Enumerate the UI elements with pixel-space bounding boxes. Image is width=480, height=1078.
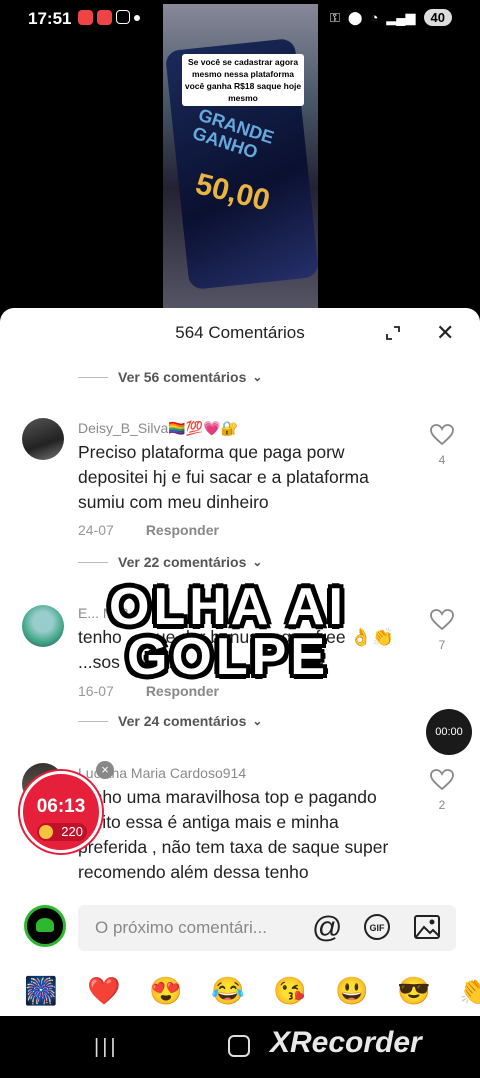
view-replies-link[interactable]: Ver 56 comentários ⌄ (78, 369, 262, 385)
coin-reward-widget[interactable]: 06:13 220 (20, 771, 102, 853)
overlay-sticker-text: OLHA AI GOLPE (68, 578, 388, 686)
chevron-down-icon: ⌄ (252, 370, 263, 384)
like-button[interactable]: 2 (428, 769, 456, 812)
divider (78, 376, 108, 378)
mention-icon[interactable]: @ (312, 913, 342, 943)
like-count: 2 (438, 798, 446, 812)
coin-icon (39, 825, 53, 839)
screenshot-icon (116, 10, 130, 24)
chevron-down-icon: ⌄ (252, 714, 263, 728)
comment-input[interactable]: O próximo comentári... @ GIF (78, 905, 456, 951)
location-icon: ⬤ (347, 9, 363, 25)
heart-outline-icon (430, 609, 454, 631)
heart-outline-icon (430, 424, 454, 446)
view-replies-link[interactable]: Ver 22 comentários ⌄ (78, 554, 262, 570)
coin-points-value: 220 (61, 824, 83, 839)
divider (78, 720, 108, 722)
emoji-button[interactable]: 😂 (211, 975, 245, 1007)
comment-input-placeholder: O próximo comentári... (95, 918, 267, 937)
avatar[interactable] (24, 905, 66, 947)
like-button[interactable]: 4 (428, 424, 456, 467)
comment-text: tenho uma maravilhosa top e pagando muit… (78, 787, 389, 882)
avatar[interactable] (22, 418, 64, 460)
app-notification-icon (78, 10, 93, 25)
system-icons: ⚿ ⬤ ◔ ▂▄▆ 40 (330, 9, 452, 26)
expand-icon[interactable] (386, 326, 400, 340)
avatar[interactable] (22, 605, 64, 647)
svg-text:GIF: GIF (370, 923, 386, 933)
recording-timer-button[interactable]: 00:00 (426, 709, 472, 755)
view-replies-label: Ver 22 comentários (118, 554, 247, 570)
system-nav-bar: ||| XRecorder (0, 1016, 480, 1078)
close-icon[interactable]: ✕ (436, 322, 454, 344)
comment-meta: 24-07 Responder (78, 522, 219, 538)
chevron-down-icon: ⌄ (252, 555, 263, 569)
overlay-line-2: GOLPE (126, 628, 330, 686)
coin-points: 220 (37, 823, 87, 841)
reply-button[interactable]: Responder (146, 522, 219, 538)
view-replies-label: Ver 56 comentários (118, 369, 247, 385)
like-count: 4 (438, 453, 446, 467)
video-player[interactable]: Se você se cadastrar agora mesmo nessa p… (163, 4, 318, 310)
overlay-line-1: OLHA AI (109, 578, 347, 636)
notification-icons (78, 10, 140, 25)
signal-icon: ▂▄▆ (386, 9, 416, 25)
comment-input-bar: O próximo comentári... @ GIF (0, 893, 480, 963)
view-replies-link[interactable]: Ver 24 comentários ⌄ (78, 713, 262, 729)
key-icon: ⚿ (329, 9, 340, 25)
image-icon[interactable] (412, 913, 442, 943)
home-button[interactable] (228, 1035, 250, 1057)
comment-author[interactable]: Deisy_B_Silva🏳️‍🌈💯💗🔐 (78, 420, 238, 437)
emoji-button[interactable]: 😘 (273, 975, 307, 1007)
dot-icon (134, 15, 140, 21)
emoji-button[interactable]: ❤️ (87, 975, 121, 1007)
like-count: 7 (438, 638, 446, 652)
quick-emoji-bar: 🎆 ❤️ 😍 😂 😘 😃 😎 👏 (0, 963, 480, 1015)
comment-text: Preciso plataforma que paga porw deposit… (78, 442, 369, 512)
heart-outline-icon (430, 769, 454, 791)
comment-date: 24-07 (78, 522, 114, 538)
emoji-button[interactable]: 🎆 (24, 975, 58, 1007)
emoji-button[interactable]: 👏 (459, 975, 480, 1007)
watermark: XRecorder (270, 1026, 422, 1059)
clock: 17:51 (28, 9, 72, 28)
emoji-button[interactable]: 😃 (335, 975, 369, 1007)
emoji-button[interactable]: 😎 (397, 975, 431, 1007)
app-notification-icon (97, 10, 112, 25)
emoji-button[interactable]: 😍 (149, 975, 183, 1007)
battery-icon: 40 (423, 9, 452, 26)
divider (78, 561, 108, 563)
close-icon[interactable]: × (96, 761, 114, 779)
coin-timer: 06:13 (36, 796, 86, 817)
recent-apps-button[interactable]: ||| (94, 1036, 119, 1059)
comment-date: 16-07 (78, 683, 114, 699)
video-caption: Se você se cadastrar agora mesmo nessa p… (182, 54, 304, 106)
like-button[interactable]: 7 (428, 609, 456, 652)
sheet-title: 564 Comentários (175, 323, 305, 342)
view-replies-label: Ver 24 comentários (118, 713, 247, 729)
wifi-icon: ◔ (370, 10, 379, 25)
gif-icon[interactable]: GIF (362, 913, 392, 943)
